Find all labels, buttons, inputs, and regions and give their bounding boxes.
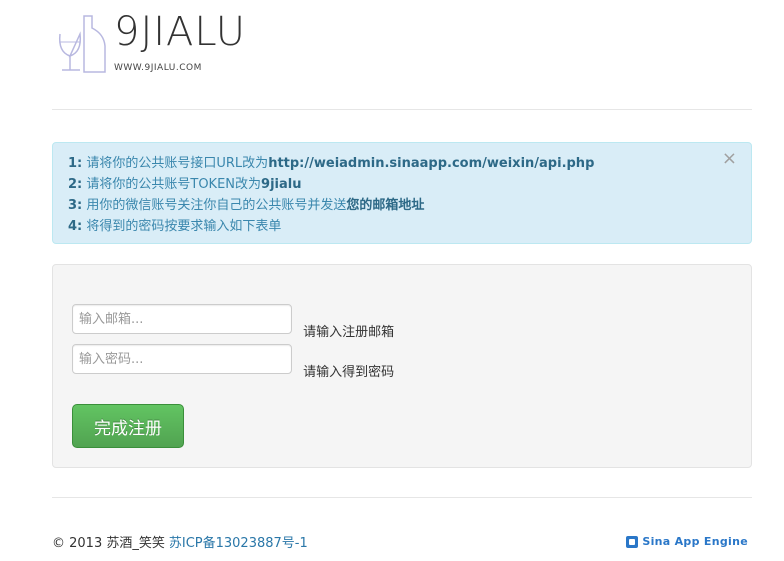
wine-glass-bottle-icon — [58, 15, 106, 73]
alert-step-emphasis: 9jialu — [261, 177, 302, 192]
alert-step-text: 请将你的公共账号接口URL改为 — [82, 156, 269, 171]
alert-line-3: 3: 用你的微信账号关注你自己的公共账号并发送您的邮箱地址 — [68, 195, 736, 216]
alert-step-number: 1: — [68, 156, 83, 171]
icp-link[interactable]: 苏ICP备13023887号-1 — [169, 536, 308, 551]
site-logo[interactable]: 9JIALU WWW.9JIALU.COM — [56, 10, 256, 76]
header-divider — [52, 109, 752, 110]
registration-form: 请输入注册邮箱 请输入得到密码 完成注册 — [52, 264, 752, 468]
password-field[interactable] — [72, 344, 292, 374]
page: 9JIALU WWW.9JIALU.COM × 1: 请将你的公共账号接口URL… — [0, 0, 784, 561]
footer-divider — [52, 497, 752, 498]
alert-step-emphasis: http://weiadmin.sinaapp.com/weixin/api.p… — [268, 156, 595, 171]
alert-step-text: 将得到的密码按要求输入如下表单 — [82, 219, 282, 234]
alert-step-text: 请将你的公共账号TOKEN改为 — [82, 177, 262, 192]
logo-wordmark: 9JIALU — [114, 9, 246, 55]
password-row: 请输入得到密码 — [72, 344, 394, 380]
alert-step-number: 3: — [68, 198, 83, 213]
complete-registration-button[interactable]: 完成注册 — [72, 404, 184, 448]
alert-line-4: 4: 将得到的密码按要求输入如下表单 — [68, 216, 736, 237]
logo-url: WWW.9JIALU.COM — [114, 63, 202, 73]
alert-step-number: 4: — [68, 219, 83, 234]
footer: © 2013 苏酒_笑笑 苏ICP备13023887号-1 — [52, 532, 308, 551]
email-help-text: 请输入注册邮箱 — [303, 325, 395, 340]
email-row: 请输入注册邮箱 — [72, 304, 394, 340]
email-field[interactable] — [72, 304, 292, 334]
sae-badge[interactable]: Sina App Engine — [626, 535, 748, 548]
alert-line-1: 1: 请将你的公共账号接口URL改为http://weiadmin.sinaap… — [68, 153, 736, 174]
info-alert: × 1: 请将你的公共账号接口URL改为http://weiadmin.sina… — [52, 142, 752, 244]
copyright-text: © 2013 苏酒_笑笑 — [52, 536, 165, 551]
alert-step-text: 用你的微信账号关注你自己的公共账号并发送 — [82, 198, 347, 213]
sae-label: Sina App Engine — [642, 535, 748, 548]
alert-step-number: 2: — [68, 177, 83, 192]
close-icon[interactable]: × — [722, 149, 737, 169]
alert-step-emphasis: 您的邮箱地址 — [346, 198, 425, 213]
password-help-text: 请输入得到密码 — [303, 365, 395, 380]
alert-line-2: 2: 请将你的公共账号TOKEN改为9jialu — [68, 174, 736, 195]
sae-logo-icon — [626, 535, 639, 548]
